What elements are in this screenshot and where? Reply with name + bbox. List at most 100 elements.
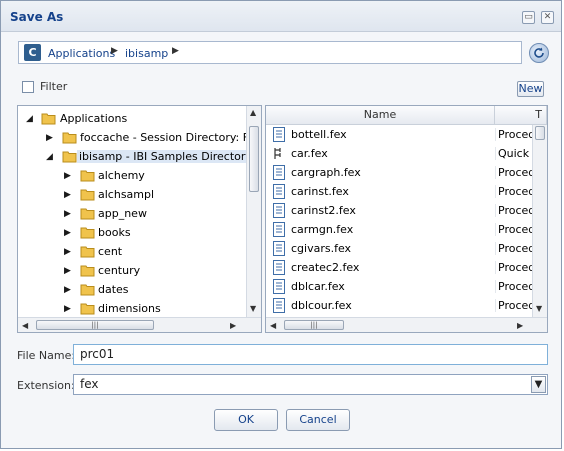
scroll-left-arrow-icon[interactable]: ◀ [22, 321, 28, 330]
collapsed-arrow-icon[interactable]: ▶ [64, 228, 71, 238]
file-type: Proced [495, 185, 535, 198]
folder-icon [80, 170, 95, 182]
scroll-left-arrow-icon[interactable]: ◀ [270, 321, 276, 330]
content-icon: C [24, 44, 41, 61]
file-type: Quick C [495, 147, 535, 160]
tree-node-label: Applications [60, 112, 128, 125]
table-row[interactable]: createc2.fex Proced [266, 258, 535, 277]
file-name: createc2.fex [291, 261, 360, 274]
file-name: car.fex [291, 147, 328, 160]
file-name-label: File Name: [17, 349, 76, 362]
breadcrumb-arrow-icon: ▶ [111, 46, 118, 56]
table-row[interactable]: dblcour.fex Proced [266, 296, 535, 315]
folder-icon [80, 227, 95, 239]
procedure-icon [273, 241, 285, 256]
refresh-icon[interactable] [529, 43, 549, 63]
collapsed-arrow-icon[interactable]: ▶ [64, 247, 71, 257]
scroll-right-arrow-icon[interactable]: ▶ [230, 321, 236, 330]
collapsed-arrow-icon[interactable]: ▶ [64, 304, 71, 314]
file-name-field[interactable]: prc01 [73, 344, 548, 365]
list-vertical-scrollbar[interactable]: ▼ [532, 125, 547, 317]
breadcrumb: C Applications ▶ ibisamp ▶ [18, 41, 522, 64]
tree-node-label: books [98, 226, 131, 239]
folder-icon [62, 132, 77, 144]
procedure-icon [273, 127, 285, 142]
tree-horizontal-scrollbar[interactable]: ◀ ||| ▶ [18, 317, 261, 332]
column-header-type[interactable]: T [495, 106, 547, 125]
close-icon[interactable]: ✕ [541, 11, 554, 24]
filter-label: Filter [40, 80, 68, 93]
tree-node-foccache[interactable]: ▶ foccache - Session Directory: Files [24, 129, 261, 148]
tree-node-label: cent [98, 245, 123, 258]
tree-node-label: foccache - Session Directory: Files [80, 131, 262, 144]
list-horizontal-scrollbar[interactable]: ◀ ||| ▶ [266, 317, 547, 332]
table-row[interactable]: car.fex Quick C [266, 144, 535, 163]
file-type: Proced [495, 299, 535, 312]
file-type: Proced [495, 280, 535, 293]
folder-icon [80, 189, 95, 201]
folder-icon [80, 303, 95, 315]
file-type: Proced [495, 261, 535, 274]
table-row[interactable]: dblcar.fex Proced [266, 277, 535, 296]
scroll-thumb[interactable]: ||| [36, 320, 154, 330]
procedure-icon [273, 222, 285, 237]
file-name: dblcour.fex [291, 299, 352, 312]
extension-select[interactable]: fex ▼ [73, 374, 548, 395]
restore-icon[interactable]: ▭ [522, 11, 535, 24]
scroll-down-arrow-icon[interactable]: ▼ [250, 304, 256, 313]
table-row[interactable]: carmgn.fex Proced [266, 220, 535, 239]
file-name: carinst2.fex [291, 204, 356, 217]
column-header-name[interactable]: Name [266, 106, 495, 125]
collapsed-arrow-icon[interactable]: ▶ [46, 133, 53, 143]
title-bar[interactable]: Save As ▭ ✕ [1, 1, 561, 32]
folder-icon [80, 246, 95, 258]
new-button[interactable]: New [517, 81, 544, 97]
file-type: Proced [495, 204, 535, 217]
table-row[interactable]: bottell.fex Proced [266, 125, 535, 144]
ok-button[interactable]: OK [214, 409, 278, 431]
collapsed-arrow-icon[interactable]: ▶ [64, 266, 71, 276]
folder-icon [80, 284, 95, 296]
scroll-thumb[interactable]: ||| [284, 320, 344, 330]
table-row[interactable]: carinst.fex Proced [266, 182, 535, 201]
save-as-dialog: Save As ▭ ✕ C Applications ▶ ibisamp ▶ F… [0, 0, 562, 449]
tree-node-label: ibisamp - IBI Samples Directory for [77, 150, 261, 163]
filter-checkbox[interactable] [22, 81, 34, 93]
folder-open-icon [41, 113, 56, 125]
file-name: carmgn.fex [291, 223, 354, 236]
tree-vertical-scrollbar[interactable]: ▲ ▼ [246, 106, 261, 317]
tree-node-label: century [98, 264, 141, 277]
collapsed-arrow-icon[interactable]: ▶ [64, 209, 71, 219]
chevron-down-icon[interactable]: ▼ [531, 376, 546, 393]
table-row[interactable]: cargraph.fex Proced [266, 163, 535, 182]
file-type: Proced [495, 128, 535, 141]
tree-node-label: app_new [98, 207, 147, 220]
file-name: cargraph.fex [291, 166, 361, 179]
extension-value: fex [80, 377, 99, 391]
procedure-icon [273, 279, 285, 294]
breadcrumb-item-applications[interactable]: Applications [48, 47, 115, 60]
file-name: carinst.fex [291, 185, 349, 198]
scroll-thumb[interactable] [535, 126, 545, 140]
table-row[interactable]: carinst2.fex Proced [266, 201, 535, 220]
tree-node-label: alchsampl [98, 188, 155, 201]
collapsed-arrow-icon[interactable]: ▶ [64, 190, 71, 200]
table-row[interactable]: cgivars.fex Proced [266, 239, 535, 258]
expanded-arrow-icon[interactable]: ◢ [26, 114, 33, 124]
procedure-icon [273, 165, 285, 180]
scroll-thumb[interactable] [249, 126, 259, 192]
breadcrumb-item-ibisamp[interactable]: ibisamp [125, 47, 168, 60]
scroll-right-arrow-icon[interactable]: ▶ [517, 321, 523, 330]
file-name: cgivars.fex [291, 242, 352, 255]
scroll-down-arrow-icon[interactable]: ▼ [536, 304, 542, 313]
cancel-button[interactable]: Cancel [286, 409, 350, 431]
expanded-arrow-icon[interactable]: ◢ [46, 152, 53, 162]
quick-chart-icon [274, 148, 281, 159]
procedure-icon [273, 203, 285, 218]
tree-node-ibisamp[interactable]: ◢ ibisamp - IBI Samples Directory for [24, 148, 261, 167]
collapsed-arrow-icon[interactable]: ▶ [64, 171, 71, 181]
procedure-icon [273, 184, 285, 199]
scroll-up-arrow-icon[interactable]: ▲ [250, 108, 256, 117]
collapsed-arrow-icon[interactable]: ▶ [64, 285, 71, 295]
folder-open-icon [62, 151, 77, 163]
